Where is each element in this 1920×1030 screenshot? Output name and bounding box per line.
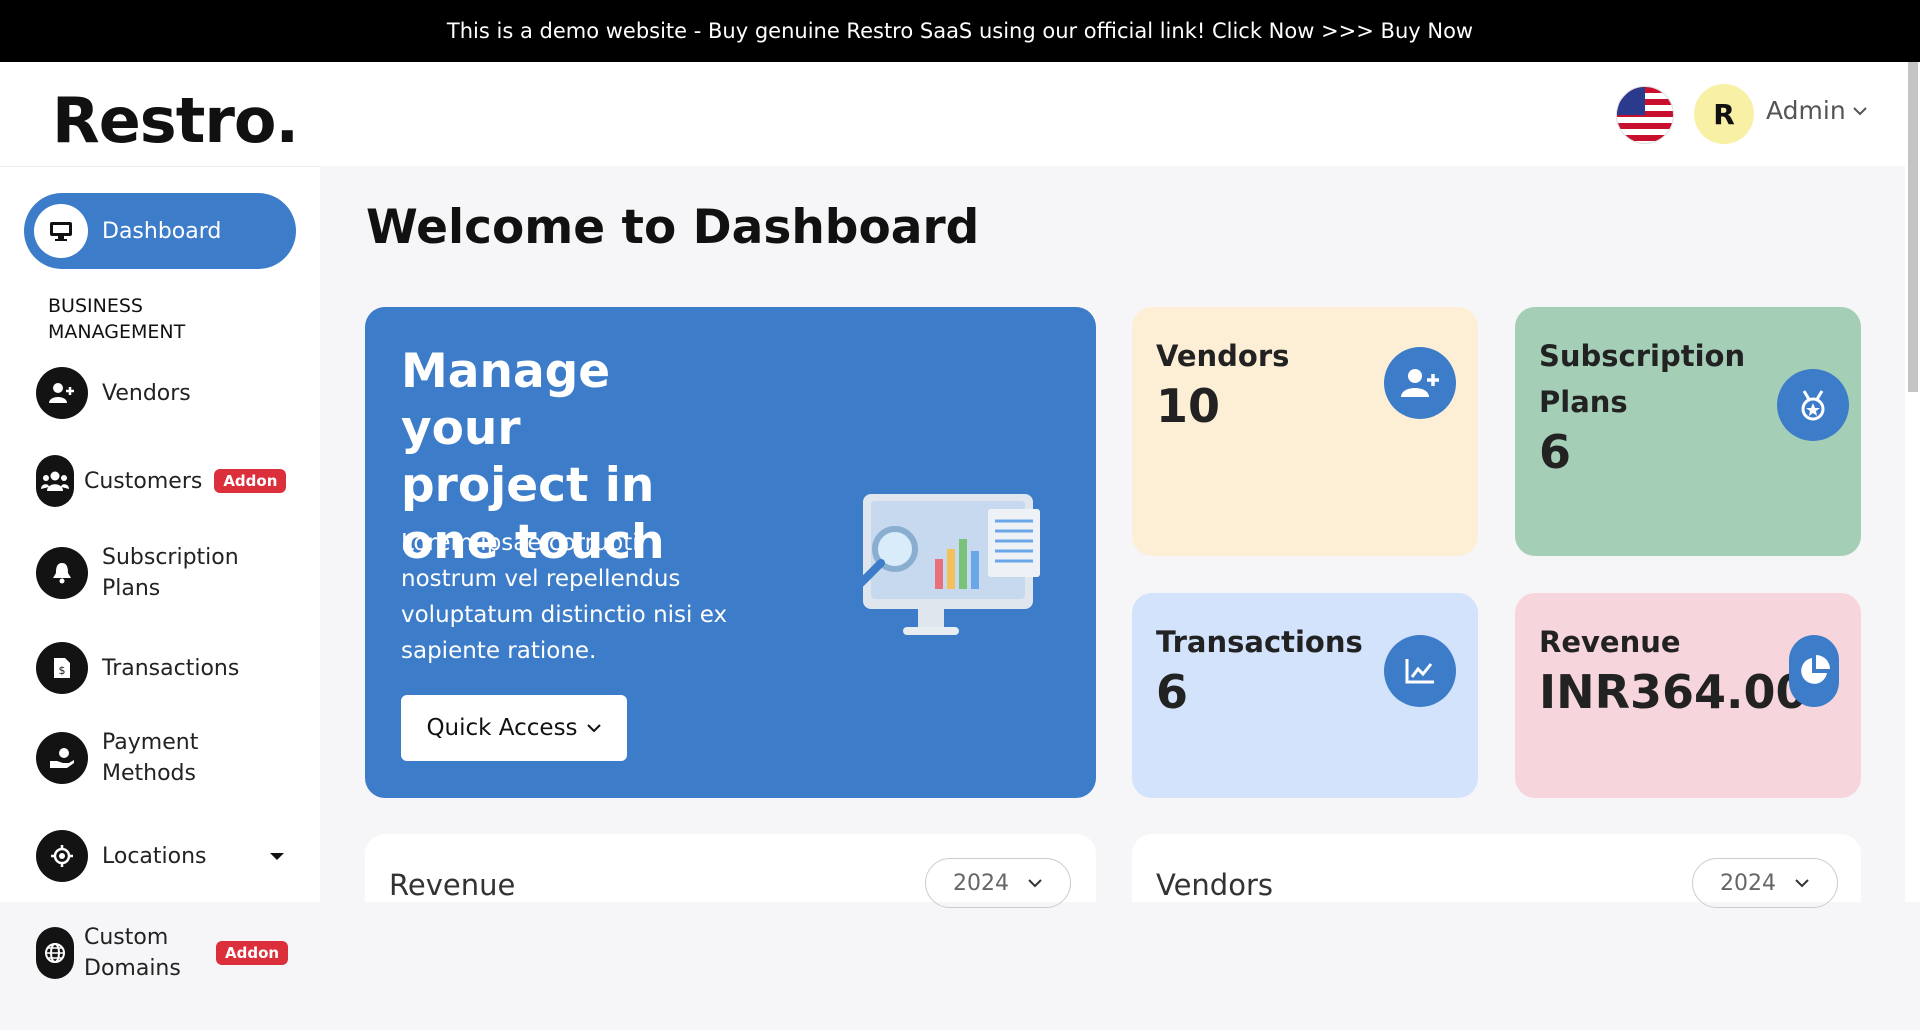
sidebar-item-dashboard[interactable]: Dashboard	[24, 193, 296, 269]
stat-card-subscription-plans[interactable]: Subscription Plans 6	[1515, 307, 1861, 556]
sidebar-overflow: Custom Domains Addon	[0, 902, 320, 1030]
add-user-icon	[1384, 347, 1456, 419]
stat-card-revenue[interactable]: Revenue INR364.00	[1515, 593, 1861, 798]
sidebar-item-customers[interactable]: Customers Addon	[36, 455, 287, 507]
quick-access-button[interactable]: Quick Access	[401, 695, 627, 761]
sidebar-item-label: Customers	[84, 468, 203, 494]
avatar[interactable]: R	[1694, 84, 1754, 144]
payment-hand-icon	[36, 732, 88, 784]
chevron-down-icon	[1795, 879, 1809, 888]
hero-description: Lorem ipsae corrupti nostrum vel repelle…	[401, 530, 728, 664]
analytics-illustration	[857, 494, 1040, 635]
vendors-chart-card: Vendors 2024	[1132, 834, 1861, 908]
medal-icon	[1777, 369, 1849, 441]
card-title: Vendors	[1156, 868, 1273, 902]
sidebar-item-label: Transactions	[102, 655, 240, 681]
quick-access-label: Quick Access	[426, 715, 578, 741]
hero-card: Manage your project in one touch Lorem i…	[365, 307, 1096, 798]
stat-label: Vendors	[1156, 339, 1290, 373]
user-label: Admin	[1766, 96, 1846, 125]
caret-down-icon[interactable]	[270, 853, 284, 860]
revenue-chart-card: Revenue 2024	[365, 834, 1096, 908]
sidebar-item-label: Payment Methods	[102, 730, 199, 786]
location-icon	[36, 830, 88, 882]
top-header: Restro. R Admin	[0, 62, 1905, 166]
sidebar-item-label: Locations	[102, 843, 207, 869]
sidebar-item-label: Vendors	[102, 380, 191, 406]
pie-chart-icon	[1789, 635, 1839, 707]
chevron-down-icon	[1028, 879, 1042, 888]
scrollbar-thumb[interactable]	[1908, 62, 1918, 392]
stat-label: Revenue	[1539, 625, 1681, 659]
sidebar-item-locations[interactable]: Locations	[36, 830, 207, 882]
card-title: Revenue	[389, 868, 516, 902]
stat-card-vendors[interactable]: Vendors 10	[1132, 307, 1478, 556]
stat-value: 6	[1156, 665, 1189, 719]
chevron-down-icon	[586, 724, 601, 733]
stat-value: 6	[1539, 425, 1572, 479]
page-title: Welcome to Dashboard	[366, 200, 980, 255]
year-select[interactable]: 2024	[925, 858, 1071, 908]
addon-badge: Addon	[216, 941, 289, 965]
monitor-icon	[34, 204, 88, 258]
year-select-value: 2024	[1720, 870, 1776, 896]
sidebar-item-label: Custom Domains	[84, 925, 181, 981]
svg-text:$: $	[59, 664, 66, 677]
promo-text[interactable]: This is a demo website - Buy genuine Res…	[447, 19, 1473, 43]
user-menu[interactable]: Admin	[1766, 96, 1868, 125]
stat-label: Subscription Plans	[1539, 339, 1746, 419]
stat-label: Transactions	[1156, 625, 1363, 659]
sidebar-item-subscription-plans[interactable]: Subscription Plans	[36, 542, 242, 604]
globe-icon	[36, 927, 74, 979]
year-select[interactable]: 2024	[1692, 858, 1838, 908]
users-icon	[36, 455, 74, 507]
sidebar-item-transactions[interactable]: $ Transactions	[36, 642, 239, 694]
add-user-icon	[36, 367, 88, 419]
stat-value: 10	[1156, 379, 1221, 433]
sidebar-item-vendors[interactable]: Vendors	[36, 367, 191, 419]
stat-card-transactions[interactable]: Transactions 6	[1132, 593, 1478, 798]
bell-icon	[36, 547, 88, 599]
sidebar-item-custom-domains[interactable]: Custom Domains Addon	[36, 922, 289, 984]
invoice-icon: $	[36, 642, 88, 694]
chevron-down-icon	[1852, 106, 1867, 115]
us-flag-icon[interactable]	[1616, 86, 1674, 144]
stat-value: INR364.00	[1539, 665, 1808, 719]
addon-badge: Addon	[214, 469, 287, 493]
sidebar-item-label: Dashboard	[102, 218, 222, 244]
sidebar-item-payment-methods[interactable]: Payment Methods	[36, 727, 242, 789]
line-chart-icon	[1384, 635, 1456, 707]
year-select-value: 2024	[953, 870, 1009, 896]
sidebar: Dashboard BUSINESS MANAGEMENT Vendors Cu…	[0, 166, 320, 902]
logo[interactable]: Restro.	[52, 84, 299, 157]
sidebar-item-label: Subscription Plans	[102, 545, 239, 601]
section-label: BUSINESS MANAGEMENT	[48, 295, 186, 343]
promo-bar[interactable]: This is a demo website - Buy genuine Res…	[0, 0, 1920, 62]
